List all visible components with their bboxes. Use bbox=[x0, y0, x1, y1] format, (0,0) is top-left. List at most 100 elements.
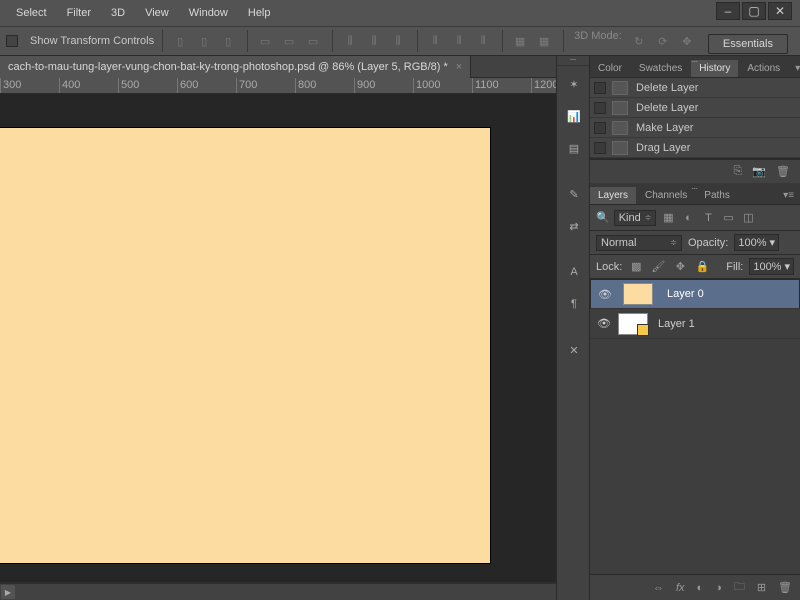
horizontal-ruler: 300 400 500 600 700 800 900 1000 1100 12… bbox=[0, 78, 590, 94]
menu-help[interactable]: Help bbox=[238, 3, 281, 23]
tab-actions[interactable]: Actions bbox=[739, 60, 788, 77]
align-left-edges-icon[interactable]: ▯ bbox=[169, 30, 191, 52]
align-top-icon[interactable]: ▭ bbox=[254, 30, 276, 52]
new-layer-icon[interactable]: ⊞ bbox=[757, 581, 766, 594]
measure-icon[interactable]: ✕ bbox=[557, 336, 591, 364]
filter-pixel-icon[interactable]: ▦ bbox=[660, 210, 676, 226]
history-item[interactable]: Delete Layer bbox=[590, 98, 800, 118]
menu-window[interactable]: Window bbox=[179, 3, 238, 23]
distribute-h2-icon[interactable]: ⫼ bbox=[363, 30, 385, 52]
distribute-v3-icon[interactable]: ⦀ bbox=[472, 30, 494, 52]
tab-color[interactable]: Color bbox=[590, 60, 630, 77]
ruler-tick: 800 bbox=[298, 79, 316, 91]
scroll-right-arrow-icon[interactable]: ▶ bbox=[1, 585, 15, 599]
lock-pixels-icon[interactable]: 🖌 bbox=[650, 259, 666, 275]
show-transform-checkbox[interactable] bbox=[6, 35, 18, 47]
delete-layer-icon[interactable]: 🗑 bbox=[778, 581, 792, 594]
distribute-v2-icon[interactable]: ⦀ bbox=[448, 30, 470, 52]
horizontal-scrollbar[interactable]: ▶ bbox=[0, 584, 590, 600]
layer-name[interactable]: Layer 0 bbox=[667, 288, 704, 300]
history-footer: ⎘ 📷 🗑 bbox=[590, 159, 800, 183]
character-icon[interactable]: A bbox=[557, 258, 591, 286]
link-layers-icon[interactable]: ⇔ bbox=[653, 582, 664, 594]
panel-grip-icon[interactable]: ┄ bbox=[691, 184, 698, 195]
align-bottom-icon[interactable]: ▭ bbox=[302, 30, 324, 52]
ruler-tick: 1000 bbox=[416, 79, 440, 91]
clone-source-icon[interactable]: ⇄ bbox=[557, 212, 591, 240]
history-step-icon bbox=[612, 141, 628, 155]
search-icon[interactable]: 🔍 bbox=[596, 211, 610, 224]
tab-paths[interactable]: Paths bbox=[696, 187, 738, 204]
dock-grip-icon[interactable]: ┄ bbox=[557, 56, 589, 66]
brush-icon[interactable]: ✎ bbox=[557, 180, 591, 208]
layer-lock-bar: Lock: ▩ 🖌 ✥ 🔒 Fill: 100%▾ bbox=[590, 255, 800, 279]
opacity-input[interactable]: 100%▾ bbox=[734, 234, 779, 251]
filter-kind-dropdown[interactable]: Kind≑ bbox=[614, 210, 657, 226]
target-icon[interactable]: ✶ bbox=[557, 70, 591, 98]
filter-smart-icon[interactable]: ◫ bbox=[740, 210, 756, 226]
lock-label: Lock: bbox=[596, 261, 622, 273]
auto-blend-icon[interactable]: ▦ bbox=[533, 30, 555, 52]
visibility-eye-icon[interactable]: 👁 bbox=[596, 316, 612, 332]
workspace-switcher[interactable]: Essentials bbox=[708, 34, 788, 54]
filter-type-icon[interactable]: T bbox=[700, 210, 716, 226]
distribute-v1-icon[interactable]: ⦀ bbox=[424, 30, 446, 52]
3d-pan-icon[interactable]: ✥ bbox=[676, 30, 698, 52]
layer-thumbnail[interactable] bbox=[623, 283, 653, 305]
layer-name[interactable]: Layer 1 bbox=[658, 318, 695, 330]
delete-state-icon[interactable]: 🗑 bbox=[776, 165, 790, 178]
paragraph-styles-icon[interactable]: ▤ bbox=[557, 134, 591, 162]
distribute-h3-icon[interactable]: ⫼ bbox=[387, 30, 409, 52]
3d-orbit-icon[interactable]: ↻ bbox=[628, 30, 650, 52]
align-hcenter-icon[interactable]: ▯ bbox=[193, 30, 215, 52]
menu-filter[interactable]: Filter bbox=[57, 3, 101, 23]
canvas[interactable] bbox=[0, 128, 490, 563]
menu-view[interactable]: View bbox=[135, 3, 179, 23]
auto-align-icon[interactable]: ▦ bbox=[509, 30, 531, 52]
layer-mask-icon[interactable]: ◐ bbox=[697, 582, 704, 594]
lock-all-icon[interactable]: 🔒 bbox=[694, 259, 710, 275]
menu-3d[interactable]: 3D bbox=[101, 3, 135, 23]
document-tab[interactable]: cach-to-mau-tung-layer-vung-chon-bat-ky-… bbox=[0, 56, 471, 78]
panel-menu-icon[interactable]: ▾≡ bbox=[777, 187, 800, 204]
lock-transparent-icon[interactable]: ▩ bbox=[628, 259, 644, 275]
fill-input[interactable]: 100%▾ bbox=[749, 258, 794, 275]
layers-footer: ⇔ fx ◐ ◑ 🗀 ⊞ 🗑 bbox=[590, 574, 800, 600]
blend-mode-dropdown[interactable]: Normal≑ bbox=[596, 235, 682, 251]
3d-roll-icon[interactable]: ⟳ bbox=[652, 30, 674, 52]
history-item[interactable]: Make Layer bbox=[590, 118, 800, 138]
menu-select[interactable]: Select bbox=[6, 3, 57, 23]
filter-shape-icon[interactable]: ▭ bbox=[720, 210, 736, 226]
minimize-button[interactable]: – bbox=[716, 2, 740, 20]
layer-row[interactable]: 👁 Layer 1 bbox=[590, 309, 800, 339]
canvas-area[interactable] bbox=[0, 94, 590, 582]
panel-menu-icon[interactable]: ▾≡ bbox=[789, 60, 800, 77]
show-transform-label: Show Transform Controls bbox=[30, 35, 154, 47]
history-item-label: Make Layer bbox=[636, 122, 693, 134]
tab-channels[interactable]: Channels bbox=[637, 187, 695, 204]
lock-position-icon[interactable]: ✥ bbox=[672, 259, 688, 275]
new-group-icon[interactable]: 🗀 bbox=[734, 578, 745, 597]
align-vcenter-icon[interactable]: ▭ bbox=[278, 30, 300, 52]
new-document-from-state-icon[interactable]: ⎘ bbox=[734, 165, 743, 178]
maximize-button[interactable]: ▢ bbox=[742, 2, 766, 20]
history-item[interactable]: Drag Layer bbox=[590, 138, 800, 158]
new-snapshot-icon[interactable]: 📷 bbox=[752, 165, 766, 178]
panel-grip-icon[interactable]: ┄ bbox=[691, 57, 698, 68]
history-item[interactable]: Delete Layer bbox=[590, 78, 800, 98]
visibility-eye-icon[interactable]: 👁 bbox=[597, 286, 613, 302]
paragraph-icon[interactable]: ¶ bbox=[557, 290, 591, 318]
close-tab-icon[interactable]: × bbox=[456, 61, 462, 73]
tab-swatches[interactable]: Swatches bbox=[631, 60, 690, 77]
filter-adjust-icon[interactable]: ◐ bbox=[680, 210, 696, 226]
layer-thumbnail[interactable] bbox=[618, 313, 648, 335]
adjustment-layer-icon[interactable]: ◑ bbox=[715, 582, 722, 594]
distribute-h1-icon[interactable]: ⫼ bbox=[339, 30, 361, 52]
window-controls: – ▢ ✕ bbox=[714, 2, 792, 20]
histogram-icon[interactable]: 📊 bbox=[557, 102, 591, 130]
align-right-edges-icon[interactable]: ▯ bbox=[217, 30, 239, 52]
tab-layers[interactable]: Layers bbox=[590, 187, 636, 204]
layer-row[interactable]: 👁 Layer 0 bbox=[590, 279, 800, 309]
layer-style-icon[interactable]: fx bbox=[676, 582, 685, 594]
close-button[interactable]: ✕ bbox=[768, 2, 792, 20]
